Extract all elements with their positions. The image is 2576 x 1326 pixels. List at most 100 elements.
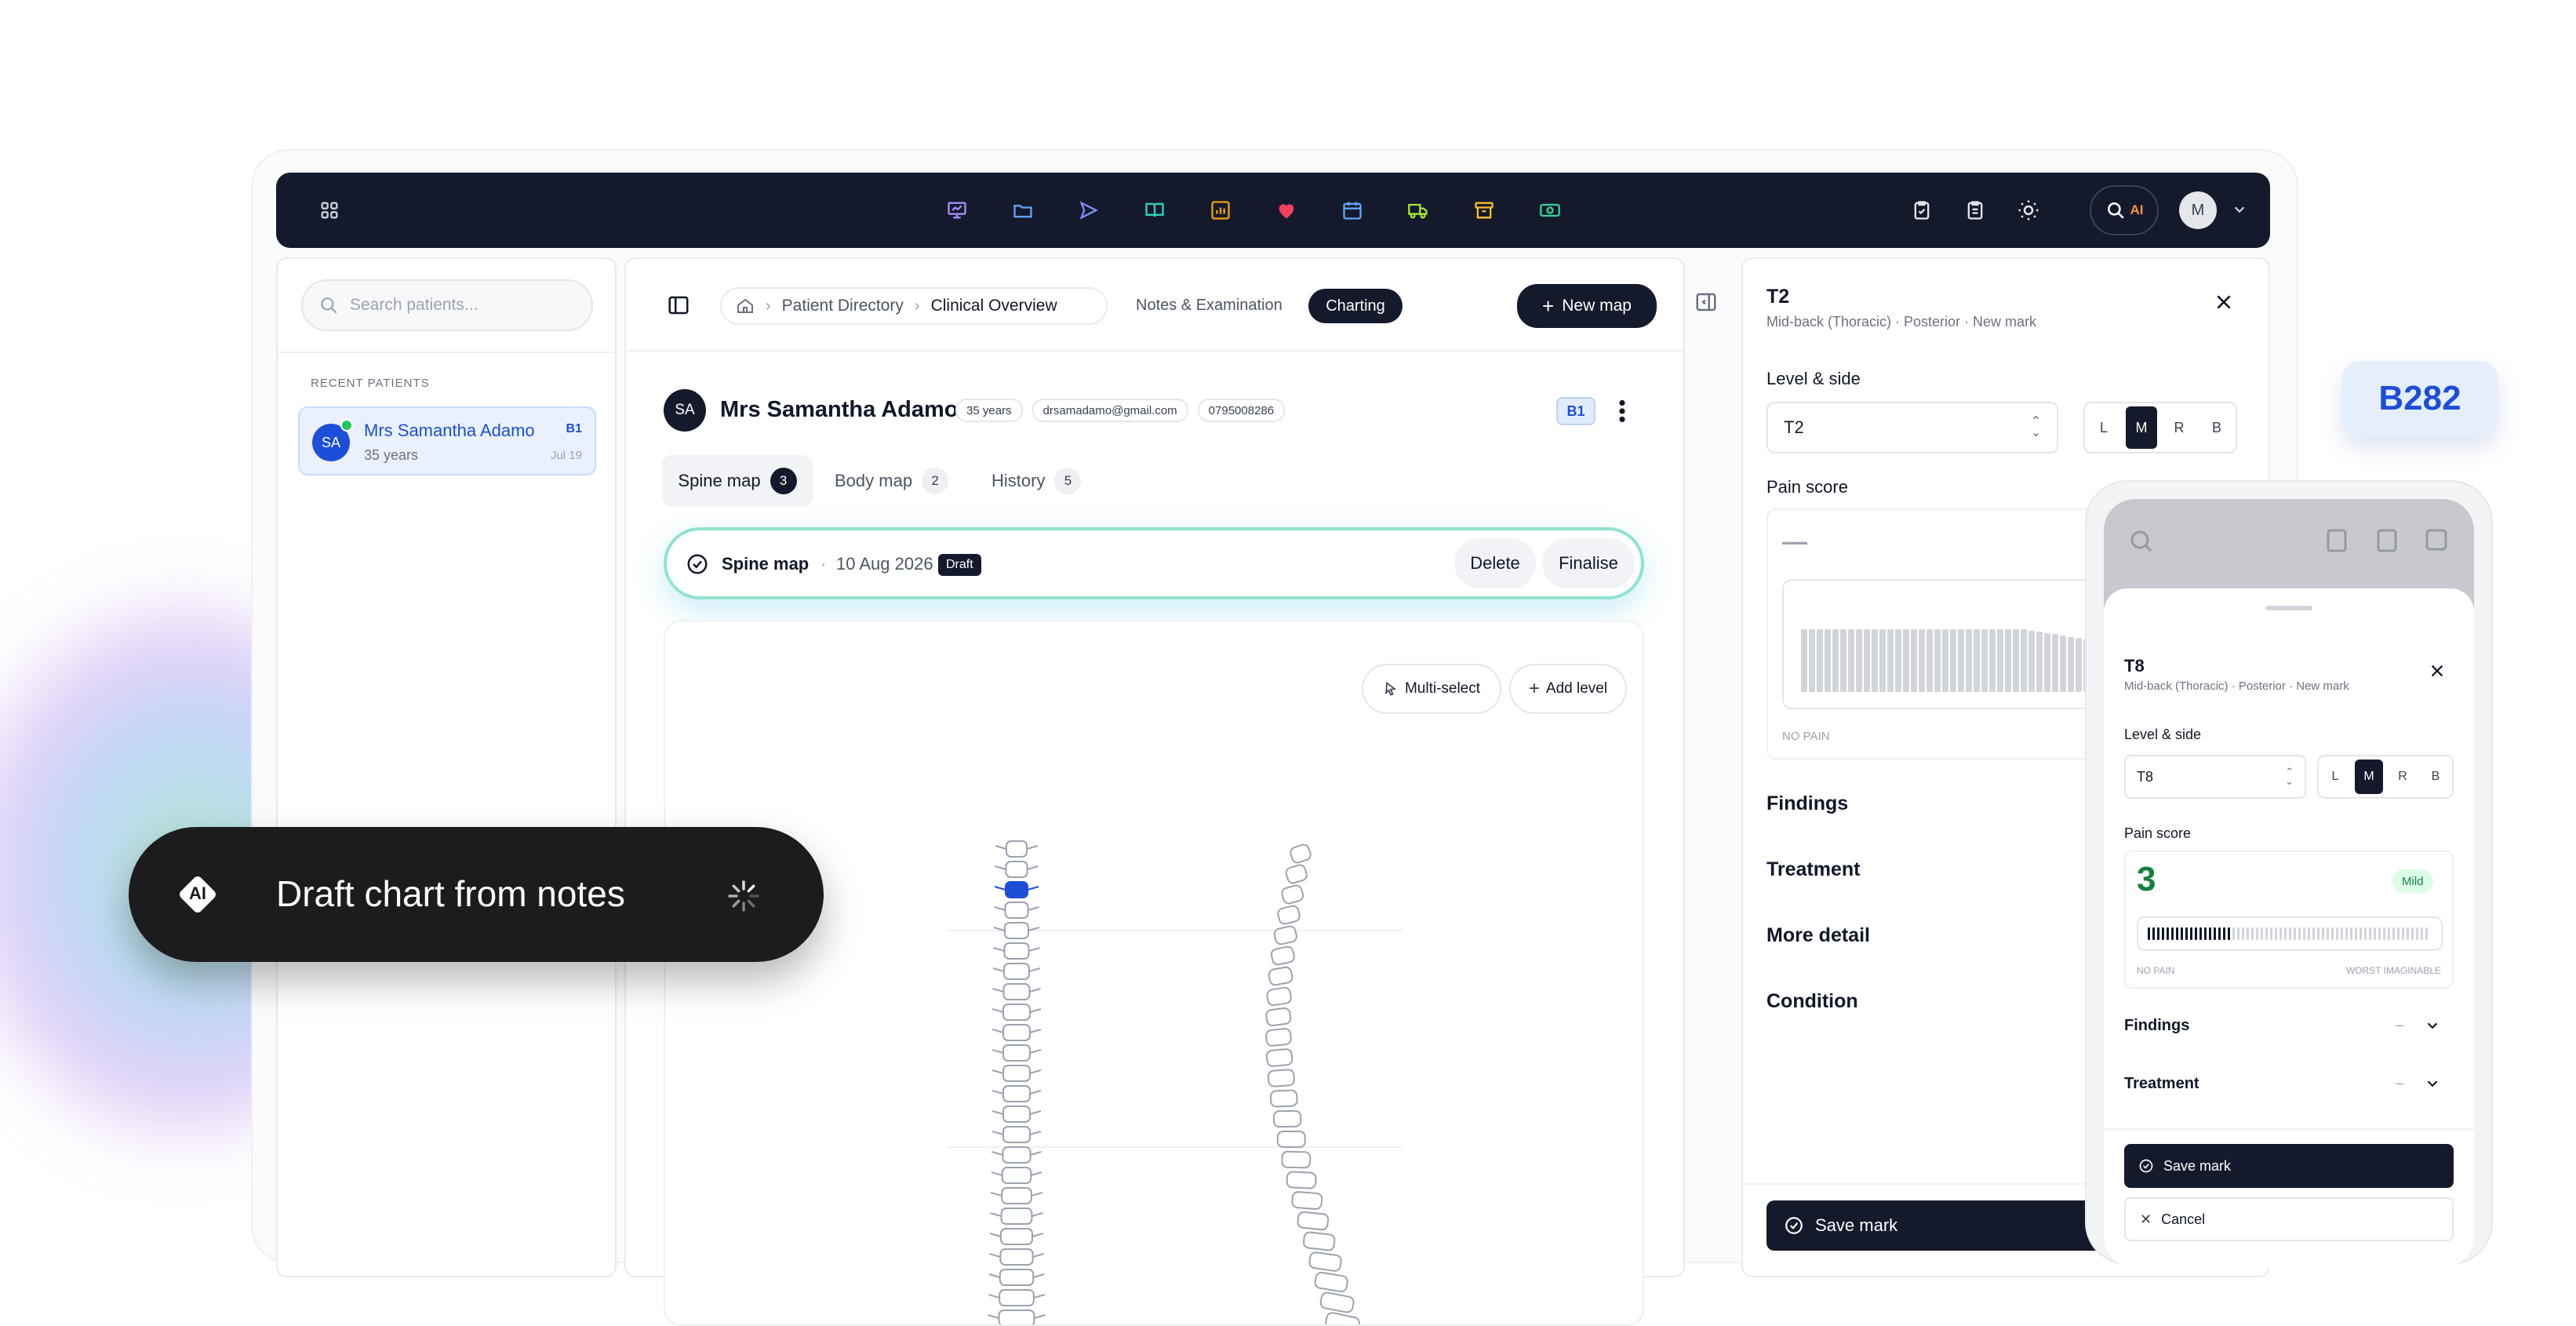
vertebra[interactable] [1002,1106,1031,1123]
vertebra[interactable] [1002,1085,1031,1102]
vertebra[interactable] [1006,840,1028,858]
side-option-r[interactable]: R [2386,756,2419,797]
side-option-m[interactable]: M [2126,406,2157,449]
patient-search-input[interactable]: Search patients... [301,279,593,331]
lateral-vertebra[interactable] [1281,884,1304,905]
vertebra[interactable] [1001,1167,1032,1184]
vertebra[interactable] [1001,1187,1032,1204]
mobile-save-mark-button[interactable]: Save mark [2124,1144,2454,1188]
clipboard-list-icon[interactable] [1961,196,1989,224]
heart-icon[interactable] [1272,196,1301,224]
vertebra[interactable] [1005,861,1028,878]
delete-button[interactable]: Delete [1454,538,1536,588]
folder-icon[interactable] [1009,196,1037,224]
chevron-down-icon[interactable] [2424,1075,2441,1096]
ai-search-button[interactable]: AI [2090,185,2159,235]
chart-icon[interactable] [1206,196,1235,224]
vertebra[interactable] [998,1310,1035,1324]
apps-grid-icon[interactable] [315,196,344,224]
calendar-icon[interactable] [1338,196,1366,224]
lateral-vertebra[interactable] [1265,1028,1292,1047]
tab-body-map[interactable]: Body map 2 [835,455,949,507]
vertebra[interactable] [1004,922,1029,939]
archive-icon[interactable] [1470,196,1498,224]
finalise-button[interactable]: Finalise [1542,538,1635,588]
vertebra[interactable] [1003,963,1030,980]
lateral-vertebra[interactable] [1325,1312,1360,1324]
mobile-side-selector[interactable]: L M R B [2317,755,2454,799]
close-icon[interactable] [2214,292,2234,316]
close-icon[interactable] [2429,662,2446,683]
chevron-down-icon[interactable] [2231,201,2248,222]
vertebra[interactable] [1000,1208,1033,1225]
side-option-b[interactable]: B [2419,756,2452,797]
book-icon[interactable] [1141,196,1169,224]
vertebra[interactable] [1004,902,1029,919]
lateral-vertebra[interactable] [1289,843,1312,864]
more-detail-section[interactable]: More detail [1766,924,1870,947]
tab-notes-examination[interactable]: Notes & Examination [1136,297,1283,315]
vertebra[interactable] [1002,1146,1031,1164]
lateral-vertebra[interactable] [1308,1251,1342,1272]
condition-section[interactable]: Condition [1766,990,1858,1013]
tab-spine-map[interactable]: Spine map 3 [662,455,813,507]
findings-section[interactable]: Findings [1766,792,1848,815]
vertebra[interactable] [1003,942,1030,960]
clipboard-check-icon[interactable] [1908,196,1936,224]
lateral-vertebra[interactable] [1286,1171,1317,1189]
side-option-m[interactable]: M [2355,760,2383,794]
lateral-vertebra[interactable] [1277,905,1301,925]
collapse-panel-icon[interactable] [1694,290,1718,318]
truck-icon[interactable] [1404,196,1432,224]
mobile-level-select[interactable]: T8 ⌃ ⌄ [2124,755,2306,799]
lateral-vertebra[interactable] [1268,966,1293,986]
breadcrumb-current[interactable]: Clinical Overview [931,297,1057,315]
patient-list-item[interactable]: SA Mrs Samantha Adamo 35 years B1 Jul 19 [298,406,596,475]
vertebra[interactable] [1002,1126,1031,1143]
lateral-vertebra[interactable] [1319,1291,1355,1313]
lateral-vertebra[interactable] [1269,1089,1298,1108]
lateral-vertebra[interactable] [1314,1271,1348,1293]
vertebra[interactable] [999,1269,1035,1286]
mobile-findings-section[interactable]: Findings [2124,1017,2189,1035]
lateral-vertebra[interactable] [1265,1048,1293,1067]
vertebra[interactable] [999,1289,1035,1306]
sidebar-toggle-icon[interactable] [667,293,690,321]
treatment-section[interactable]: Treatment [1766,858,1860,881]
tab-charting[interactable]: Charting [1308,289,1403,323]
vertebra-selected[interactable] [1005,881,1028,898]
breadcrumb-item[interactable]: Patient Directory [782,297,904,315]
lateral-vertebra[interactable] [1273,925,1297,945]
more-options-icon[interactable] [1617,397,1627,429]
level-select[interactable]: T2 ⌃ ⌄ [1766,402,2058,454]
mobile-treatment-section[interactable]: Treatment [2124,1075,2199,1093]
lateral-vertebra[interactable] [1266,986,1292,1007]
spine-posterior-view[interactable] [988,840,1046,1324]
presentation-icon[interactable] [943,196,971,224]
chevron-down-icon[interactable] [2424,1017,2441,1038]
mobile-pain-slider[interactable] [2137,916,2443,951]
sheet-drag-handle[interactable] [2265,606,2312,610]
side-option-b[interactable]: B [2198,403,2236,452]
spine-map-canvas[interactable]: Multi-select + Add level [664,620,1644,1326]
lateral-vertebra[interactable] [1272,1109,1302,1128]
lateral-vertebra[interactable] [1297,1211,1330,1231]
lateral-vertebra[interactable] [1281,1150,1312,1169]
side-option-r[interactable]: R [2160,403,2198,452]
side-option-l[interactable]: L [2085,403,2123,452]
lateral-vertebra[interactable] [1270,945,1295,966]
side-option-l[interactable]: L [2319,756,2352,797]
lateral-vertebra[interactable] [1285,864,1308,884]
lateral-vertebra[interactable] [1302,1231,1336,1251]
home-icon[interactable] [736,297,755,315]
send-icon[interactable] [1075,196,1103,224]
user-avatar[interactable]: M [2179,191,2217,229]
side-selector[interactable]: L M R B [2083,402,2237,454]
lateral-vertebra[interactable] [1265,1007,1292,1027]
draft-chart-ai-pill[interactable]: AI Draft chart from notes [129,827,824,962]
mobile-cancel-button[interactable]: ✕ Cancel [2124,1197,2454,1241]
money-icon[interactable] [1536,196,1564,224]
spine-lateral-view[interactable] [1265,843,1360,1324]
vertebra[interactable] [1002,1065,1031,1082]
vertebra[interactable] [1000,1228,1033,1245]
